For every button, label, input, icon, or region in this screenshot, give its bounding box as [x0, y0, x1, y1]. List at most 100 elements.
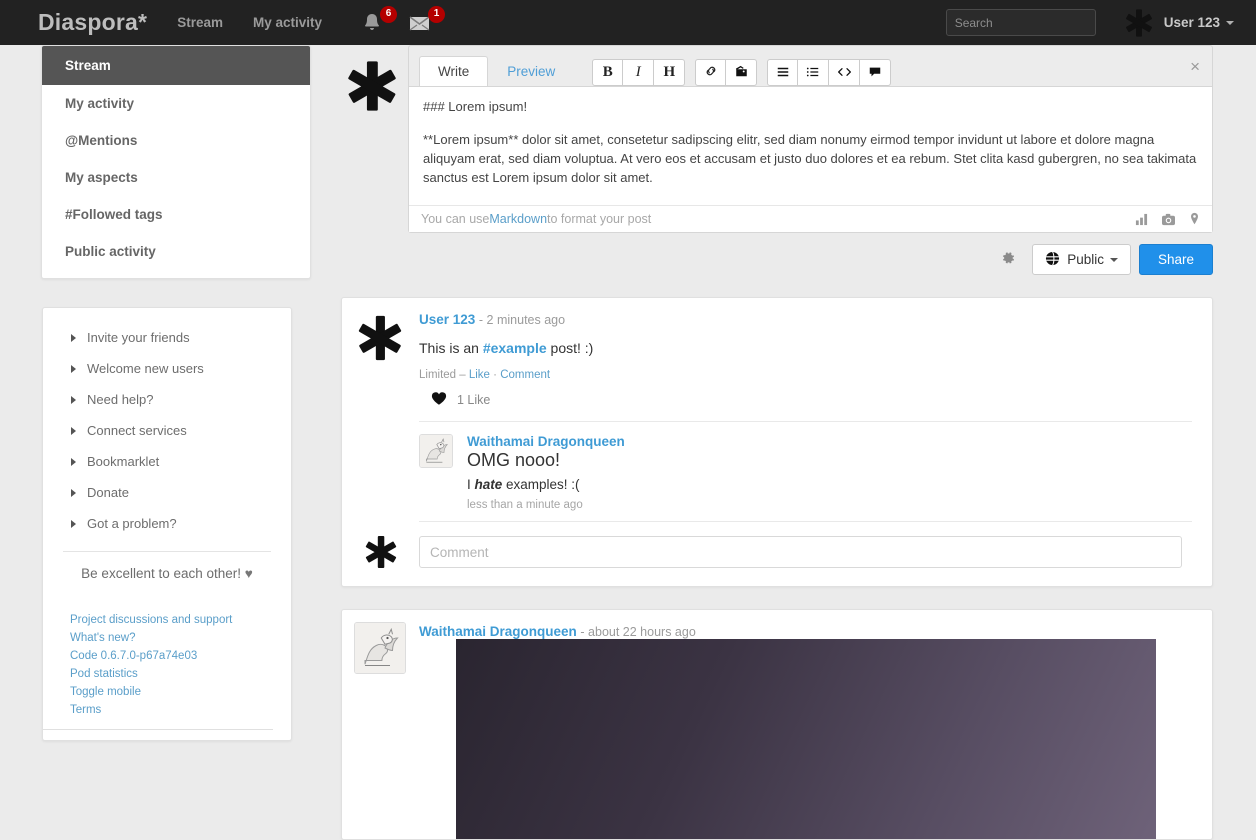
- publisher-textarea[interactable]: ### Lorem ipsum! **Lorem ipsum** dolor s…: [409, 86, 1212, 205]
- sidebar-item-my-activity[interactable]: My activity: [42, 85, 310, 122]
- help-item-welcome[interactable]: Welcome new users: [43, 353, 291, 384]
- user-name-label: User 123: [1163, 15, 1220, 30]
- tab-preview[interactable]: Preview: [488, 56, 574, 86]
- triangle-right-icon: [71, 488, 76, 497]
- user-menu[interactable]: User 123: [1122, 6, 1234, 40]
- sidebar-help-card: Invite your friends Welcome new users Ne…: [42, 307, 292, 741]
- help-item-connect-services[interactable]: Connect services: [43, 415, 291, 446]
- footer-link-whats-new[interactable]: What's new?: [70, 629, 293, 647]
- help-item-invite[interactable]: Invite your friends: [43, 322, 291, 353]
- share-button[interactable]: Share: [1138, 244, 1213, 275]
- footer-link-terms[interactable]: Terms: [70, 701, 293, 719]
- like-link[interactable]: Like: [469, 369, 490, 381]
- sidebar-item-mentions[interactable]: @Mentions: [42, 122, 310, 159]
- sidebar-item-my-aspects[interactable]: My aspects: [42, 159, 310, 196]
- help-item-donate[interactable]: Donate: [43, 477, 291, 508]
- nav-my-activity[interactable]: My activity: [253, 15, 322, 30]
- unordered-block-button[interactable]: [767, 59, 799, 86]
- messages-badge: 1: [428, 5, 445, 23]
- triangle-right-icon: [71, 364, 76, 373]
- close-publisher-button[interactable]: ×: [1190, 58, 1200, 75]
- likes-count-label[interactable]: 1 Like: [457, 393, 490, 407]
- divider: [43, 729, 273, 730]
- camera-icon[interactable]: [1161, 213, 1176, 226]
- comment-text-before: I: [467, 477, 475, 492]
- post-meta-row: Limited – Like · Comment: [419, 369, 1192, 381]
- footer-link-pod-statistics[interactable]: Pod statistics: [70, 665, 293, 683]
- dragon-avatar-icon[interactable]: [419, 434, 453, 468]
- search-input[interactable]: [945, 9, 1096, 36]
- header-nav: Stream My activity: [177, 15, 352, 30]
- help-item-got-a-problem[interactable]: Got a problem?: [43, 508, 291, 539]
- sidebar-item-public-activity[interactable]: Public activity: [42, 233, 310, 270]
- publisher-text-2: **Lorem ipsum** dolor sit amet, consetet…: [423, 132, 1197, 185]
- publisher-box: Write Preview B I H × ### Lorem ipsum! *…: [408, 45, 1213, 233]
- nav-stream[interactable]: Stream: [177, 15, 223, 30]
- hashtag-link[interactable]: #example: [483, 340, 547, 356]
- bold-button[interactable]: B: [592, 59, 624, 86]
- post-content: User 123 - 2 minutes ago This is an #exa…: [419, 312, 1202, 381]
- brand-logo[interactable]: Diaspora*: [38, 9, 147, 36]
- be-excellent-text: Be excellent to each other!: [81, 566, 242, 581]
- aspect-selector[interactable]: Public: [1032, 244, 1131, 275]
- comment-body: Waithamai Dragonqueen OMG nooo! I hate e…: [467, 434, 625, 511]
- header-notifications: 6 1: [360, 5, 456, 38]
- post-photo[interactable]: [456, 639, 1156, 839]
- post-header: User 123 - 2 minutes ago: [419, 312, 1192, 327]
- tab-write[interactable]: Write: [419, 56, 489, 86]
- list-icon: [806, 65, 820, 81]
- link-icon: [704, 64, 718, 81]
- sidebar-item-stream[interactable]: Stream: [42, 46, 310, 85]
- publisher-actions: Public Share: [408, 233, 1213, 275]
- notifications-badge: 6: [380, 5, 397, 23]
- chevron-down-icon: [1109, 257, 1118, 262]
- italic-button[interactable]: I: [623, 59, 655, 86]
- comment-link[interactable]: Comment: [500, 369, 550, 381]
- markdown-hint-bar: You can use Markdown to format your post: [409, 205, 1212, 232]
- post-author-name[interactable]: Waithamai Dragonqueen: [419, 624, 577, 639]
- post-1: User 123 - 2 minutes ago This is an #exa…: [341, 297, 1213, 587]
- comment-text-after: examples! :(: [502, 477, 580, 492]
- post-timestamp: - about 22 hours ago: [580, 625, 696, 639]
- comment-input[interactable]: [419, 536, 1182, 568]
- post-header: Waithamai Dragonqueen - about 22 hours a…: [419, 624, 1202, 639]
- heading-button[interactable]: H: [654, 59, 686, 86]
- triangle-right-icon: [71, 426, 76, 435]
- markdown-link[interactable]: Markdown: [489, 212, 547, 226]
- sidebar-item-followed-tags[interactable]: #Followed tags: [42, 196, 310, 233]
- notifications-button[interactable]: 6: [360, 5, 408, 38]
- hint-suffix: to format your post: [547, 212, 652, 226]
- comment-item: Waithamai Dragonqueen OMG nooo! I hate e…: [342, 422, 1202, 521]
- footer-link-project-discussions[interactable]: Project discussions and support: [70, 611, 293, 629]
- post-text-before: This is an: [419, 340, 483, 356]
- footer-link-toggle-mobile[interactable]: Toggle mobile: [70, 683, 293, 701]
- triangle-right-icon: [71, 395, 76, 404]
- quote-button[interactable]: [860, 59, 892, 86]
- post-author-avatar[interactable]: [354, 622, 406, 674]
- link-button[interactable]: [695, 59, 727, 86]
- top-header: Diaspora* Stream My activity 6 1 User 12…: [0, 0, 1256, 45]
- heart-icon[interactable]: [431, 391, 447, 409]
- code-icon: [837, 65, 852, 81]
- image-button[interactable]: [726, 59, 758, 86]
- chevron-down-icon: [1226, 20, 1234, 25]
- poll-icon[interactable]: [1135, 213, 1148, 226]
- help-item-bookmarklet[interactable]: Bookmarklet: [43, 446, 291, 477]
- messages-button[interactable]: 1: [408, 5, 456, 38]
- publisher-attach-icons: [1135, 212, 1200, 226]
- comment-form: [342, 522, 1202, 586]
- help-label: Donate: [87, 485, 129, 500]
- likes-row: 1 Like: [419, 391, 1202, 421]
- post-card: User 123 - 2 minutes ago This is an #exa…: [341, 297, 1213, 587]
- help-item-need-help[interactable]: Need help?: [43, 384, 291, 415]
- hint-prefix: You can use: [421, 212, 490, 226]
- list-button[interactable]: [798, 59, 830, 86]
- post-author-avatar[interactable]: [354, 312, 406, 364]
- post-author-name[interactable]: User 123: [419, 312, 475, 327]
- location-icon[interactable]: [1189, 212, 1200, 226]
- comment-author-name[interactable]: Waithamai Dragonqueen: [467, 434, 625, 449]
- help-label: Bookmarklet: [87, 454, 160, 469]
- gear-icon[interactable]: [1000, 250, 1016, 269]
- footer-link-code-version[interactable]: Code 0.6.7.0-p67a74e03: [70, 647, 293, 665]
- code-button[interactable]: [829, 59, 861, 86]
